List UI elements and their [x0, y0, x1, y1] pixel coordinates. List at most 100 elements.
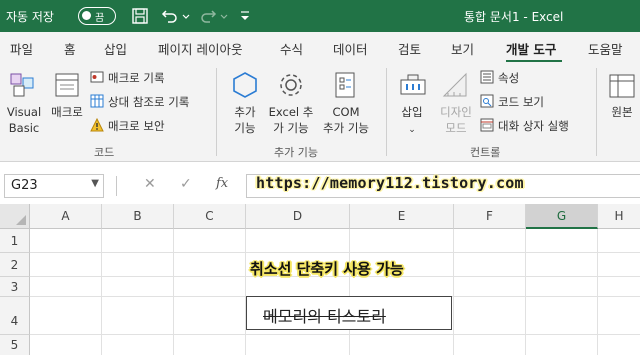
add-ins-icon — [233, 72, 257, 98]
relative-reference-button[interactable]: 상대 참조로 기록 — [90, 93, 189, 111]
design-mode-button[interactable]: 디자인 모드 — [436, 104, 476, 136]
column-gridline — [245, 229, 246, 355]
autosave-label: 자동 저장 — [6, 10, 54, 24]
record-macro-button[interactable]: 매크로 기록 — [90, 69, 165, 87]
record-macro-label: 매크로 기록 — [108, 71, 165, 85]
tab-data[interactable]: 데이터 — [333, 39, 368, 58]
tab-page-layout[interactable]: 페이지 레이아웃 — [158, 39, 242, 58]
toggle-state: 끔 — [95, 13, 105, 24]
text-box-content: 메모리의 티스토리 — [263, 307, 386, 326]
view-code-icon — [480, 94, 494, 108]
column-gridline — [453, 229, 454, 355]
run-dialog-label: 대화 상자 실행 — [498, 119, 569, 133]
blog-watermark: https://memory112.tistory.com — [256, 174, 524, 192]
com-add-ins-button[interactable]: COM 추가 기능 — [318, 104, 374, 136]
macro-button[interactable]: 매크로 — [48, 104, 86, 120]
redo-icon[interactable] — [198, 6, 218, 26]
row-header-3[interactable]: 3 — [0, 277, 30, 297]
visual-basic-button[interactable]: Visual Basic — [6, 104, 42, 136]
insert-function-icon[interactable]: fx — [216, 176, 228, 191]
gear-icon — [280, 74, 302, 96]
column-header-d[interactable]: D — [246, 204, 350, 229]
source-button[interactable]: 원본 — [604, 104, 640, 120]
excel-add-ins-button[interactable]: Excel 추 가 기능 — [266, 104, 316, 136]
select-all-triangle-icon — [16, 215, 26, 225]
column-gridline — [525, 229, 526, 355]
visual-basic-icon — [10, 73, 34, 97]
redo-dropdown-icon[interactable] — [219, 6, 229, 26]
name-box-value: G23 — [11, 178, 38, 193]
tab-formulas[interactable]: 수식 — [280, 39, 303, 58]
column-header-f[interactable]: F — [454, 204, 526, 229]
name-box[interactable]: G23 ▼ — [4, 174, 104, 198]
strikethrough-text-box[interactable]: 메모리의 티스토리 — [246, 296, 452, 330]
insert-control-button[interactable]: 삽입 ⌄ — [394, 104, 430, 138]
toolbox-icon — [400, 74, 426, 95]
source-icon — [609, 74, 635, 98]
tab-home[interactable]: 홈 — [64, 39, 76, 58]
strikethrough-caption: 취소선 단축키 사용 가능 — [250, 260, 404, 278]
code-group-label: 코드 — [94, 146, 115, 159]
com-add-ins-icon — [335, 72, 355, 98]
undo-dropdown-icon[interactable] — [181, 6, 191, 26]
add-ins-button[interactable]: 추가 기능 — [226, 104, 264, 136]
tab-review[interactable]: 검토 — [398, 39, 421, 58]
excel-add-ins-label: Excel 추 가 기능 — [268, 105, 314, 135]
record-icon — [90, 71, 104, 83]
tab-insert[interactable]: 삽입 — [104, 39, 127, 58]
add-ins-label: 추가 기능 — [234, 105, 256, 135]
column-header-b[interactable]: B — [102, 204, 174, 229]
column-header-h[interactable]: H — [598, 204, 640, 229]
row-header-2[interactable]: 2 — [0, 253, 30, 277]
chevron-down-icon: ⌄ — [408, 125, 416, 135]
row-header-1[interactable]: 1 — [0, 229, 30, 253]
tab-developer[interactable]: 개발 도구 — [506, 39, 556, 58]
relative-reference-label: 상대 참조로 기록 — [108, 95, 190, 109]
toggle-knob — [82, 11, 91, 20]
visual-basic-label: Visual Basic — [6, 105, 42, 135]
design-mode-icon — [442, 72, 467, 97]
column-gridline — [101, 229, 102, 355]
macro-label: 매크로 — [51, 105, 83, 119]
controls-group-label: 컨트롤 — [470, 146, 501, 159]
group-separator — [216, 68, 217, 156]
title-bar: 자동 저장 끔 통합 문서1 - Excel — [0, 0, 640, 32]
view-code-button[interactable]: 코드 보기 — [480, 93, 544, 111]
properties-label: 속성 — [498, 71, 520, 85]
column-header-c[interactable]: C — [174, 204, 246, 229]
undo-icon[interactable] — [160, 6, 180, 26]
save-icon[interactable] — [130, 6, 150, 26]
add-ins-group-label: 추가 기능 — [274, 146, 318, 159]
macro-security-button[interactable]: 매크로 보안 — [90, 117, 165, 135]
properties-icon — [480, 70, 494, 84]
row-header-4[interactable]: 4 — [0, 297, 30, 335]
column-header-g[interactable]: G — [526, 204, 598, 229]
cancel-icon[interactable]: ✕ — [144, 176, 156, 192]
tab-help[interactable]: 도움말 — [588, 39, 623, 58]
design-mode-label: 디자인 모드 — [440, 105, 472, 135]
macro-icon — [55, 73, 79, 97]
column-gridline — [349, 229, 350, 355]
formula-bar-separator — [116, 176, 117, 196]
ribbon-tabs: 파일 홈 삽입 페이지 레이아웃 수식 데이터 검토 보기 개발 도구 도움말 — [0, 32, 640, 62]
properties-button[interactable]: 속성 — [480, 69, 519, 87]
enter-icon[interactable]: ✓ — [180, 176, 192, 192]
group-separator — [386, 68, 387, 156]
select-all-button[interactable] — [0, 204, 30, 229]
view-code-label: 코드 보기 — [498, 95, 544, 109]
column-gridline — [173, 229, 174, 355]
tab-file[interactable]: 파일 — [10, 39, 33, 58]
customize-toolbar-icon[interactable] — [238, 6, 252, 26]
run-dialog-button[interactable]: 대화 상자 실행 — [480, 117, 569, 135]
com-add-ins-label: COM 추가 기능 — [323, 105, 369, 135]
insert-control-label: 삽입 — [401, 105, 423, 119]
row-header-5[interactable]: 5 — [0, 335, 30, 355]
run-dialog-icon — [480, 118, 494, 132]
autosave-toggle[interactable]: 끔 — [78, 7, 116, 25]
warning-icon — [90, 118, 104, 132]
column-header-a[interactable]: A — [30, 204, 102, 229]
chevron-down-icon[interactable]: ▼ — [91, 178, 99, 189]
column-header-e[interactable]: E — [350, 204, 454, 229]
document-title: 통합 문서1 - Excel — [464, 10, 564, 24]
tab-view[interactable]: 보기 — [451, 39, 474, 58]
